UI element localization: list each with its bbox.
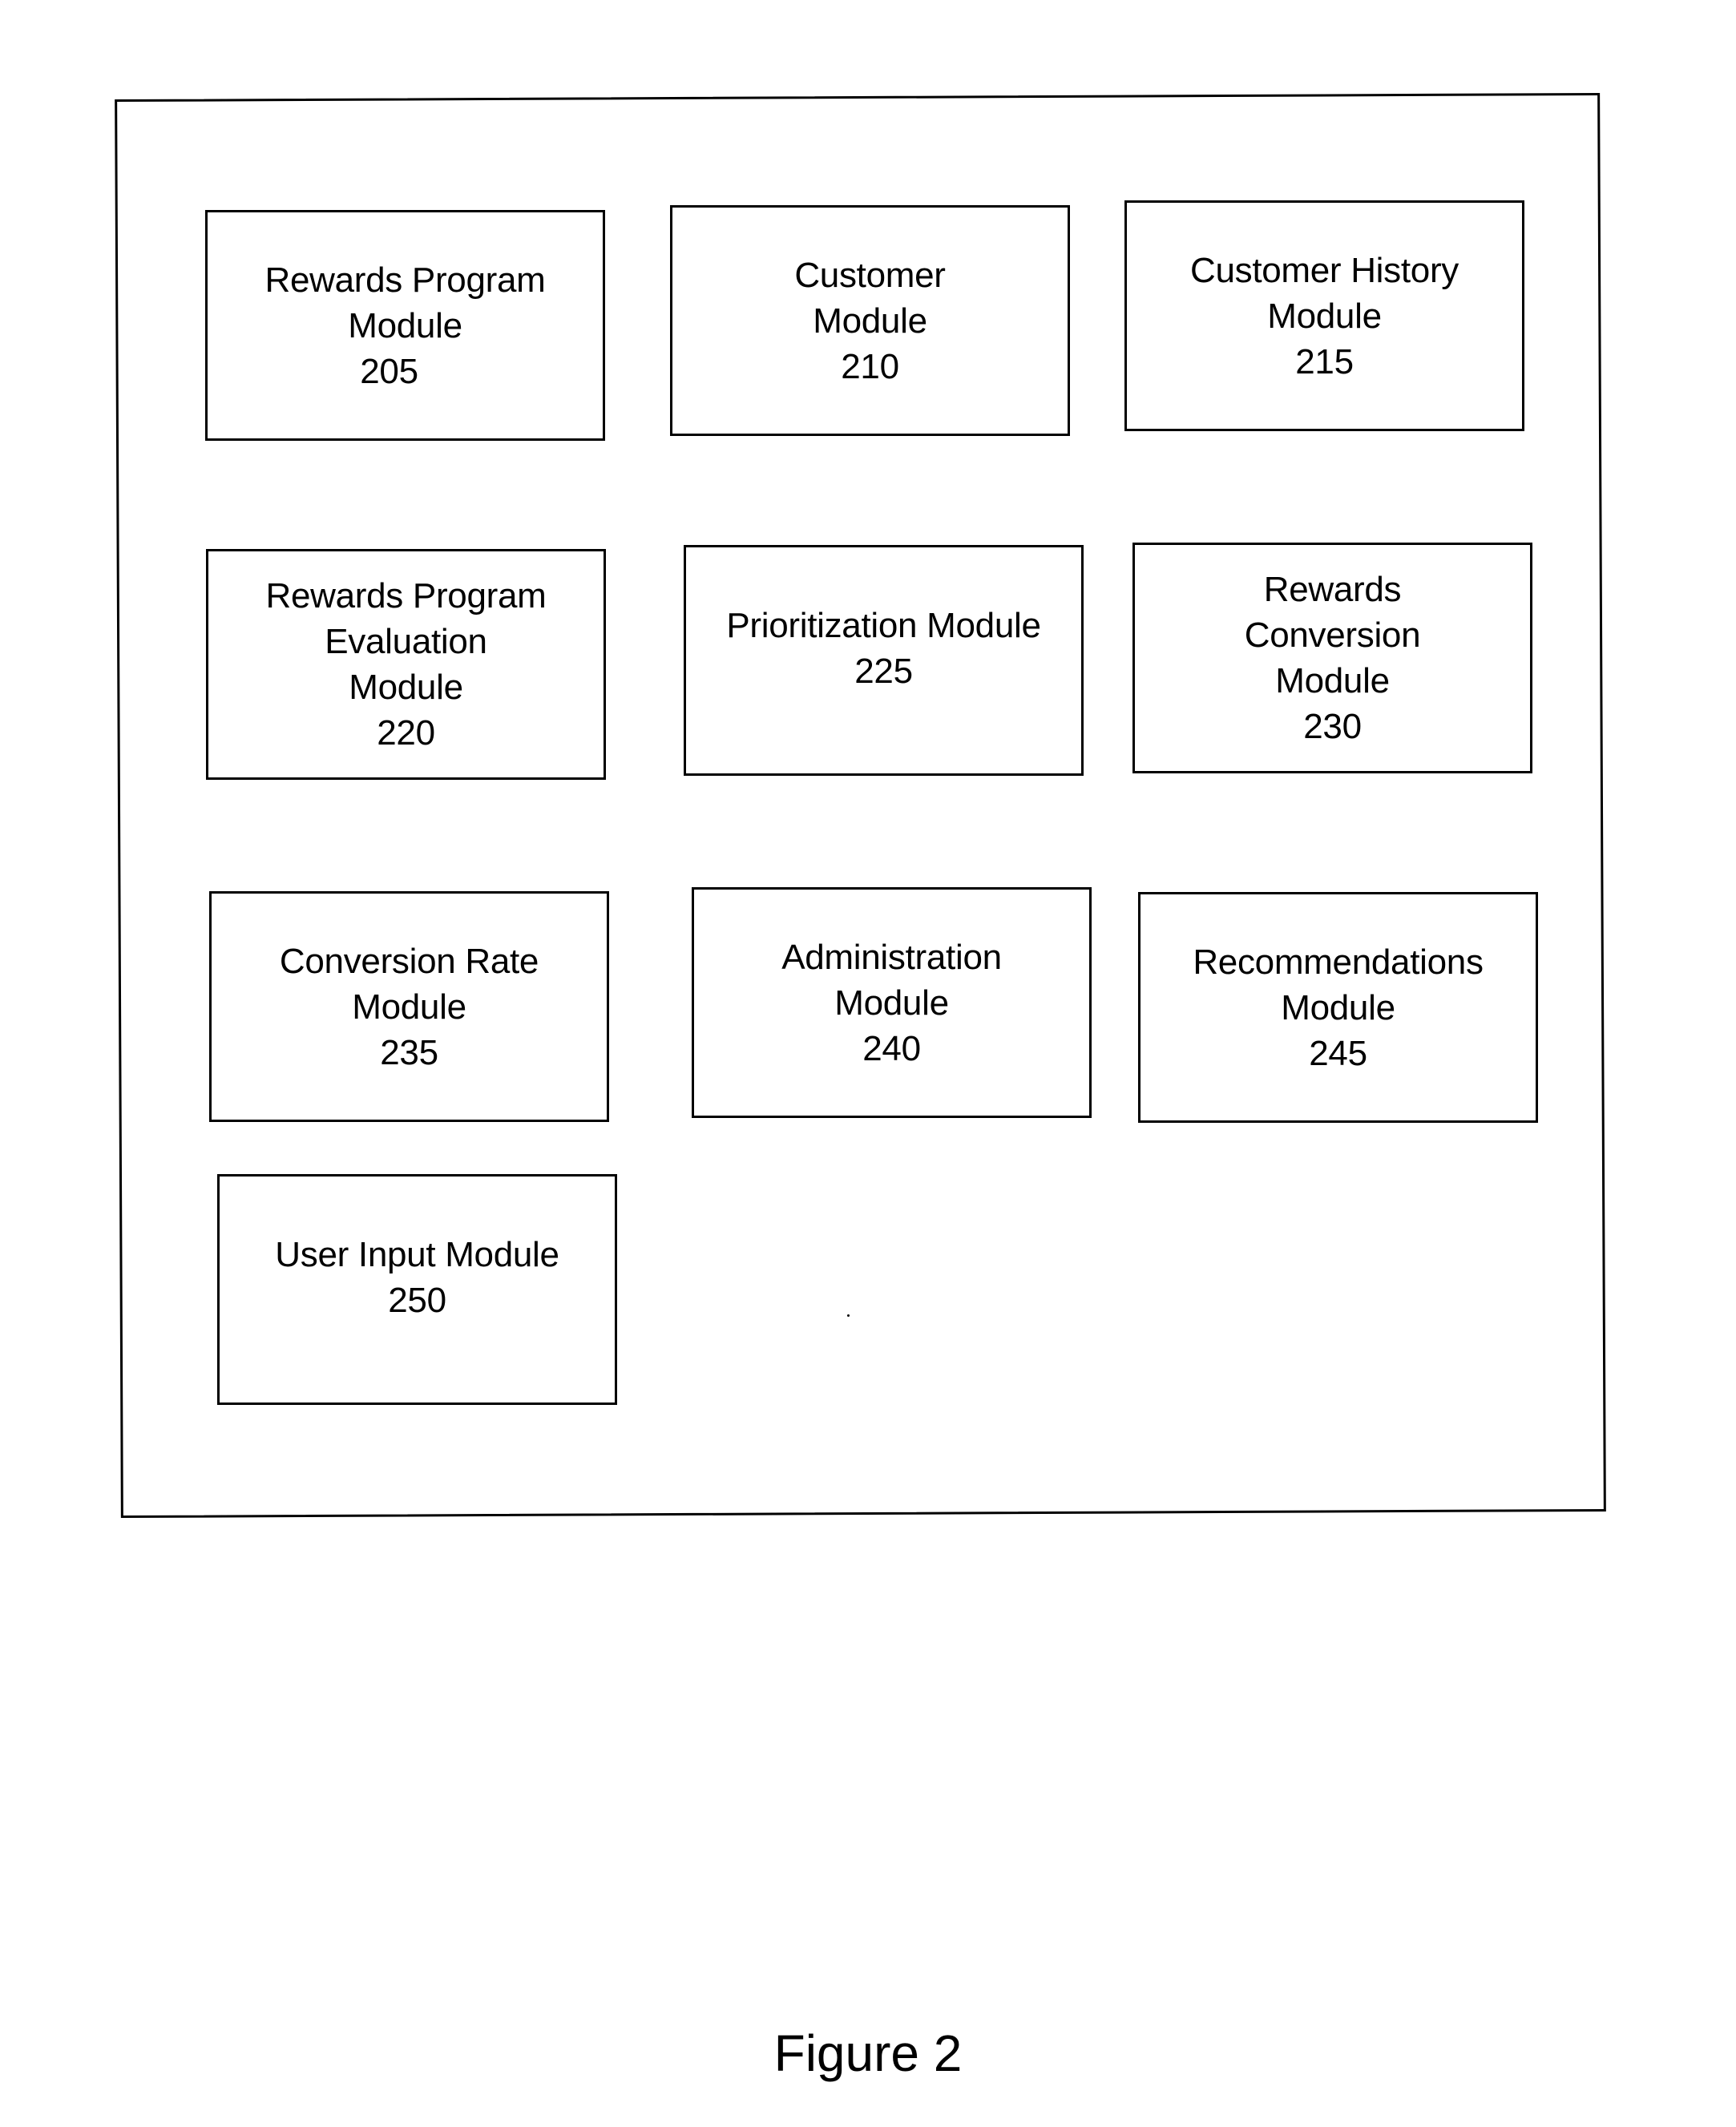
module-box-conversion-rate: Conversion Rate Module 235 xyxy=(209,891,609,1122)
module-box-administration: Administration Module 240 xyxy=(692,887,1092,1118)
module-label: Rewards Program Module 205 xyxy=(264,257,545,394)
module-name-line: Recommendations xyxy=(1193,942,1484,982)
module-name-line: Module xyxy=(1267,296,1382,336)
module-box-rewards-program: Rewards Program Module 205 xyxy=(205,210,605,441)
module-name-line: Module xyxy=(834,983,949,1023)
module-name-line: Conversion Rate xyxy=(279,941,539,981)
module-name-line: Rewards Program xyxy=(264,260,546,300)
module-name-line: Module xyxy=(813,301,927,341)
module-label: Recommendations Module 245 xyxy=(1193,939,1484,1076)
module-box-rewards-conversion: Rewards Conversion Module 230 xyxy=(1132,543,1532,773)
module-box-customer: Customer Module 210 xyxy=(670,205,1070,436)
module-name-line: User Input Module xyxy=(275,1235,559,1274)
module-name-line: Conversion xyxy=(1244,615,1421,655)
module-label: Customer History Module 215 xyxy=(1190,248,1459,385)
module-ref-number: 215 xyxy=(1295,341,1354,381)
module-box-prioritization: Prioritization Module 225 xyxy=(684,545,1084,776)
module-box-rewards-program-evaluation: Rewards Program Evaluation Module 220 xyxy=(206,549,606,780)
module-name-line: Administration xyxy=(781,937,1002,977)
module-ref-number: 205 xyxy=(360,351,418,391)
module-name-line: Customer History xyxy=(1189,250,1459,290)
module-label: Prioritization Module 225 xyxy=(726,603,1041,694)
module-label: Rewards Conversion Module 230 xyxy=(1245,567,1421,749)
module-ref-number: 245 xyxy=(1309,1033,1367,1073)
module-ref-number: 225 xyxy=(854,652,913,691)
module-ref-number: 230 xyxy=(1303,707,1362,746)
module-name-line: Module xyxy=(1275,661,1390,700)
module-ref-number: 235 xyxy=(380,1032,438,1072)
module-ref-number: 250 xyxy=(388,1281,446,1320)
scan-speck xyxy=(847,1314,850,1317)
module-label: Customer Module 210 xyxy=(794,252,946,389)
module-name-line: Prioritization Module xyxy=(726,606,1041,645)
module-name-line: Evaluation xyxy=(325,622,487,661)
module-name-line: Module xyxy=(349,668,463,707)
module-box-user-input: User Input Module 250 xyxy=(217,1174,617,1405)
figure-caption: Figure 2 xyxy=(773,2024,963,2082)
module-name-line: Module xyxy=(352,987,466,1027)
module-name-line: Module xyxy=(1281,987,1395,1027)
module-label: Administration Module 240 xyxy=(781,934,1002,1072)
module-box-recommendations: Recommendations Module 245 xyxy=(1138,892,1538,1123)
module-ref-number: 240 xyxy=(862,1028,921,1068)
module-name-line: Customer xyxy=(794,255,946,295)
module-name-line: Module xyxy=(348,305,462,345)
module-ref-number: 220 xyxy=(377,713,435,753)
module-name-line: Rewards Program xyxy=(265,576,547,615)
module-name-line: Rewards xyxy=(1263,570,1402,609)
module-box-customer-history: Customer History Module 215 xyxy=(1124,200,1524,431)
module-ref-number: 210 xyxy=(841,346,899,386)
module-label: User Input Module 250 xyxy=(275,1232,559,1323)
module-label: Conversion Rate Module 235 xyxy=(280,938,539,1076)
module-label: Rewards Program Evaluation Module 220 xyxy=(265,573,546,756)
